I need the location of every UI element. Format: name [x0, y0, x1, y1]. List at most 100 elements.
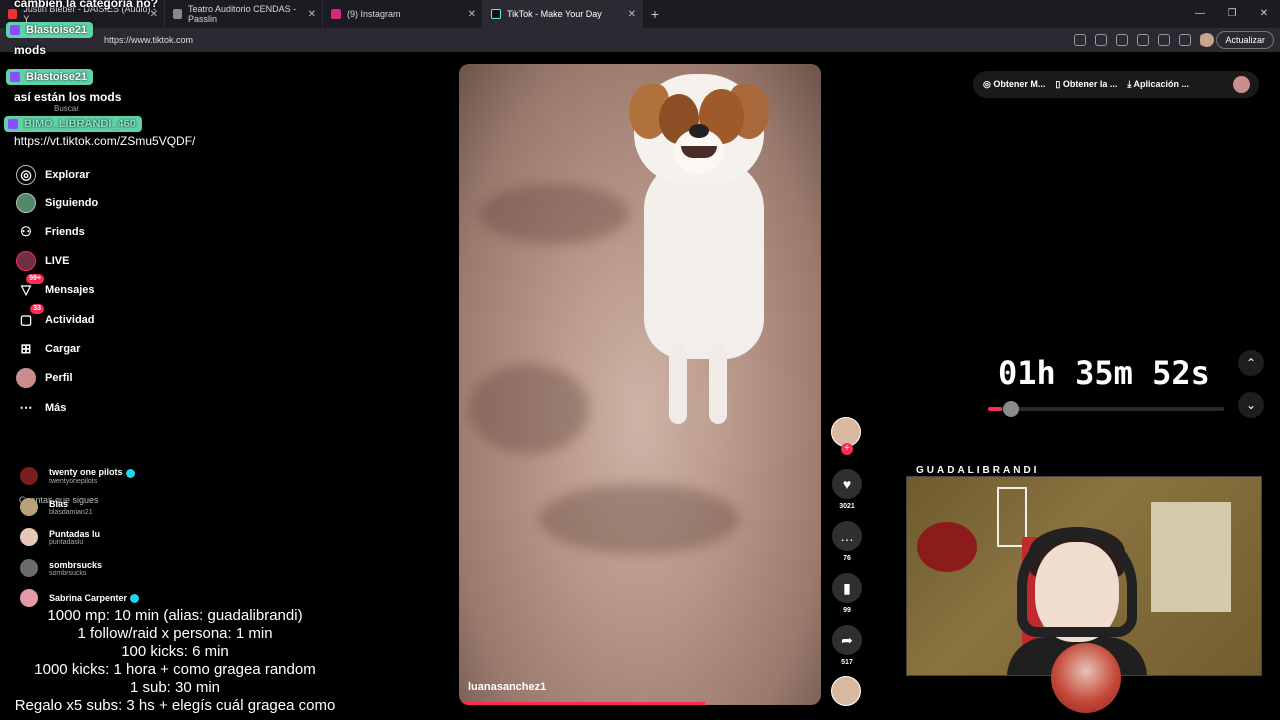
video-player[interactable]: luanasanchez1: [459, 64, 821, 705]
nav-siguiendo[interactable]: Siguiendo: [16, 193, 98, 213]
favorite-icon[interactable]: [1158, 34, 1170, 46]
previous-video-button[interactable]: ⌃: [1238, 350, 1264, 376]
nav-perfil[interactable]: Perfil: [16, 368, 73, 388]
minimize-button[interactable]: —: [1184, 0, 1216, 28]
share-icon[interactable]: ➦: [832, 625, 862, 655]
chat-username: Blastoise21: [6, 22, 94, 38]
update-button[interactable]: Actualizar: [1216, 31, 1274, 49]
dog-body: [644, 159, 764, 359]
video-progress-bar[interactable]: [459, 702, 706, 705]
goal-line: 1 sub: 30 min: [129, 679, 221, 696]
video-username[interactable]: luanasanchez1: [468, 681, 546, 693]
tab-instagram[interactable]: (9) Instagram ✕: [323, 0, 483, 28]
upload-icon: ⊞: [20, 341, 32, 356]
browser-tab-bar: Justin Bieber - DAISIES (Audio) - Y ✕ Te…: [0, 0, 1280, 28]
close-tab-icon[interactable]: ✕: [468, 9, 476, 20]
nav-mas[interactable]: ⋯ Más: [16, 398, 67, 418]
avatar: [20, 589, 38, 607]
comment-action[interactable]: … 76: [832, 521, 862, 562]
timer-progress-track: [988, 407, 1224, 411]
url-field[interactable]: https://www.tiktok.com: [104, 35, 193, 45]
heart-icon[interactable]: ♥: [832, 469, 862, 499]
toolbar-icons: [1074, 34, 1212, 46]
chat-message: https://vt.tiktok.com/ZSmu5VQDF/: [14, 134, 196, 148]
close-window-button[interactable]: ✕: [1248, 0, 1280, 28]
close-tab-icon[interactable]: ✕: [628, 9, 636, 20]
chat-username: BIMO_LIBRANDI_460: [4, 116, 142, 132]
coin-icon: ◎: [983, 79, 991, 89]
extensions-icon[interactable]: [1116, 34, 1128, 46]
avatar: [20, 498, 38, 516]
verified-icon: [130, 594, 140, 604]
following-icon: [16, 193, 36, 213]
friends-icon: ⚇: [20, 224, 32, 239]
timer-progress-fill: [988, 407, 1003, 411]
following-account[interactable]: Sabrina Carpenter: [20, 589, 140, 607]
live-icon: [16, 251, 36, 271]
next-video-button[interactable]: ⌄: [1238, 392, 1264, 418]
dog-leg: [709, 344, 727, 424]
settings-icon[interactable]: [1137, 34, 1149, 46]
profile-icon: [16, 368, 36, 388]
wanted-poster: [1151, 502, 1231, 612]
download-icon[interactable]: [1179, 34, 1191, 46]
close-tab-icon[interactable]: ✕: [308, 9, 316, 20]
top-right-menu: ◎ Obtener M... ▯ Obtener la ... ⤓ Aplica…: [973, 71, 1259, 98]
compass-icon: ◎: [16, 165, 36, 185]
dog-image: [619, 64, 779, 444]
get-app-button[interactable]: ▯ Obtener la ...: [1055, 79, 1117, 90]
following-account[interactable]: Puntadas lu puntadaslu: [20, 528, 100, 546]
tab-passline[interactable]: Teatro Auditorio CENDAS - Passlin ✕: [165, 0, 323, 28]
browser-profile-avatar[interactable]: [1200, 33, 1214, 47]
reader-icon[interactable]: [1074, 34, 1086, 46]
maximize-button[interactable]: ❐: [1216, 0, 1248, 28]
dog-nose: [689, 124, 709, 138]
nav-mensajes[interactable]: ▽ 99+ Mensajes: [16, 274, 95, 300]
profile-avatar[interactable]: [1233, 76, 1250, 93]
nav-explorar[interactable]: ◎ Explorar: [16, 165, 90, 185]
streamer-name: GUADALIBRANDI: [916, 465, 1040, 476]
chat-message: así están los mods: [14, 90, 122, 104]
following-account[interactable]: Blas blasdamian21: [20, 498, 93, 516]
nav-cargar[interactable]: ⊞ Cargar: [16, 339, 81, 359]
goal-line: 100 kicks: 6 min: [121, 643, 229, 660]
nav-live[interactable]: LIVE: [16, 251, 69, 271]
activity-badge: 33: [30, 304, 44, 314]
stream-timer: 01h 35m 52s: [998, 354, 1210, 392]
nav-actividad[interactable]: ▢ 33 Actividad: [16, 304, 95, 330]
window-controls: — ❐ ✕: [1184, 0, 1280, 28]
chat-username: Blastoise21: [6, 69, 94, 85]
chat-message: mods: [14, 43, 47, 57]
nav-friends[interactable]: ⚇ Friends: [16, 222, 85, 242]
share-action[interactable]: ➦ 517: [832, 625, 862, 666]
get-coins-button[interactable]: ◎ Obtener M...: [983, 79, 1045, 90]
tiktok-icon: [491, 9, 501, 19]
instagram-icon: [331, 9, 341, 19]
stream-goals-overlay: 1000 mp: 10 min (alias: guadalibrandi) 1…: [0, 607, 350, 715]
comment-icon[interactable]: …: [832, 521, 862, 551]
follow-plus-icon[interactable]: +: [841, 443, 853, 455]
goal-line: Regalo x5 subs: 3 hs + elegís cuál grage…: [14, 697, 336, 714]
avatar: [20, 528, 38, 546]
following-account[interactable]: twenty one pilots twentyonepilots: [20, 467, 135, 485]
close-tab-icon[interactable]: ✕: [150, 9, 158, 20]
bookmark-count: 99: [843, 607, 851, 614]
following-account[interactable]: sombrsucks sombrsucks: [20, 559, 102, 577]
music-disc-avatar[interactable]: [831, 676, 861, 706]
bookmark-icon[interactable]: ▮: [832, 573, 862, 603]
new-tab-button[interactable]: +: [643, 6, 667, 22]
tab-tiktok[interactable]: TikTok - Make Your Day ✕: [483, 0, 643, 28]
avatar: [20, 467, 38, 485]
phone-icon: ▯: [1055, 79, 1061, 89]
avatar: [20, 559, 38, 577]
verified-icon: [125, 468, 135, 478]
like-action[interactable]: ♥ 3021: [832, 469, 862, 510]
like-count: 3021: [839, 503, 855, 510]
activity-icon: ▢ 33: [16, 304, 44, 330]
timer-character-icon: [1003, 401, 1019, 417]
messages-icon: ▽ 99+: [16, 274, 44, 300]
bookmark-action[interactable]: ▮ 99: [832, 573, 862, 614]
youtube-icon: [8, 9, 18, 19]
desktop-app-button[interactable]: ⤓ Aplicación ...: [1127, 79, 1189, 90]
translate-icon[interactable]: [1095, 34, 1107, 46]
